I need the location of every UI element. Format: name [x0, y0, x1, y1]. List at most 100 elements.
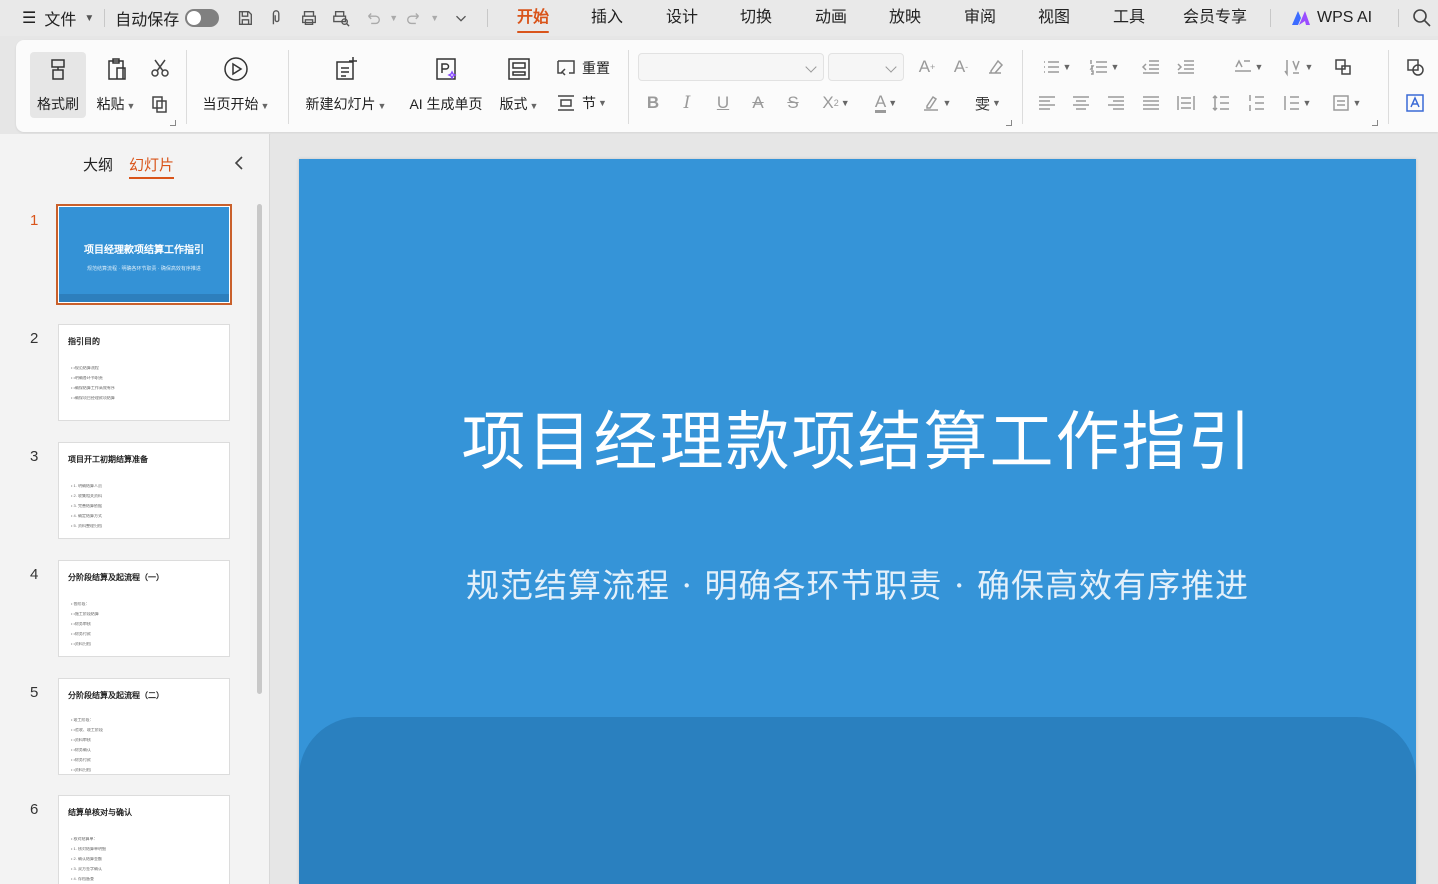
text-align-vertical-icon[interactable]: ▼ — [1328, 90, 1364, 116]
slide-number: 6 — [30, 801, 39, 818]
thumbnail-title: 分阶段结算及起流程（一） — [68, 573, 164, 582]
reset-button[interactable]: 重置 — [556, 56, 610, 80]
bold-icon[interactable]: B — [640, 90, 666, 116]
current-slide[interactable]: 项目经理款项结算工作指引 规范结算流程 · 明确各环节职责 · 确保高效有序推进 — [299, 159, 1416, 884]
tab-membership[interactable]: 会员专享 — [1183, 0, 1247, 36]
underline-icon[interactable]: U — [710, 90, 736, 116]
print-preview-icon[interactable] — [329, 6, 353, 30]
thumbnail-line: • 2. 确认结算金额 — [71, 857, 102, 861]
phonetic-guide-icon[interactable]: 雯 ▼ — [968, 90, 1008, 116]
layout-button[interactable]: 版式 ▼ — [496, 52, 542, 118]
section-button[interactable]: 节 ▼ — [556, 91, 607, 115]
tab-transition[interactable]: 切换 — [740, 0, 772, 36]
chevron-down-icon[interactable]: ▼ — [389, 13, 398, 23]
superscript-icon[interactable]: X 2 ▼ — [816, 90, 856, 116]
thumbnail-frame[interactable]: 分阶段结算及起流程（二） • 竣工阶段： • •验收、竣工阶段 • •资料审核 … — [58, 678, 230, 775]
italic-icon[interactable]: I — [674, 90, 700, 116]
paste-button[interactable]: 粘贴 ▼ — [92, 52, 140, 118]
collapse-panel-icon[interactable] — [232, 154, 246, 172]
tab-slideshow[interactable]: 放映 — [889, 0, 921, 36]
slide-thumbnail[interactable]: 2 指引目的 • •规范结算流程 • •明确各环节职责 • •确保结算工作高效有… — [0, 324, 256, 422]
increase-font-size-icon[interactable]: A + — [914, 54, 940, 80]
search-icon[interactable] — [1412, 8, 1432, 33]
highlight-icon[interactable]: ▼ — [916, 90, 956, 116]
justify-icon[interactable] — [1138, 90, 1164, 116]
undo-icon[interactable] — [361, 6, 385, 30]
slide-thumbnail[interactable]: 4 分阶段结算及起流程（一） • 各阶段： • •施工阶段结算 • •财务审核 … — [0, 560, 256, 658]
file-menu[interactable]: ☰ 文件 ▼ — [22, 0, 94, 36]
thumbnail-frame[interactable]: 项目开工初期结算准备 • 1. 明确结算人员 • 2. 收集相关资料 • 3. … — [58, 442, 230, 539]
dialog-launcher-icon[interactable] — [170, 120, 176, 126]
paragraph-spacing-icon[interactable] — [1243, 90, 1269, 116]
thumbnail-frame[interactable]: 结算单核对与确认 • 核对结算单： • 1. 核对结算单明细 • 2. 确认结算… — [58, 795, 230, 884]
reset-label: 重置 — [582, 60, 610, 76]
print-icon[interactable] — [297, 6, 321, 30]
save-icon[interactable] — [233, 6, 257, 30]
tab-review[interactable]: 审阅 — [964, 0, 996, 36]
slide-thumbnail[interactable]: 3 项目开工初期结算准备 • 1. 明确结算人员 • 2. 收集相关资料 • 3… — [0, 442, 256, 540]
slide-thumbnail[interactable]: 5 分阶段结算及起流程（二） • 竣工阶段： • •验收、竣工阶段 • •资料审… — [0, 678, 256, 776]
text-direction-icon[interactable]: ▼ — [1230, 54, 1266, 80]
autosave-label: 自动保存 — [115, 12, 180, 29]
thumbnail-line: • 核对结算单： — [71, 837, 98, 841]
new-slide-button[interactable]: 新建幻灯片 ▼ — [300, 52, 392, 118]
toggle-switch-icon[interactable] — [185, 9, 220, 27]
ribbon-toolbar: 格式刷 粘贴 ▼ 当页开始 ▼ 新建幻灯片 ▼ AI 生成单页 版式 ▼ 重置 节 ▼ … — [16, 40, 1438, 132]
thumbnail-frame[interactable]: 项目经理款项结算工作指引 规范结算流程 · 明确各环节职责 · 确保高效有序推进 — [56, 204, 232, 305]
format-painter-button[interactable]: 格式刷 — [30, 52, 86, 118]
tab-design[interactable]: 设计 — [666, 0, 698, 36]
slide-thumbnail[interactable]: 6 结算单核对与确认 • 核对结算单： • 1. 核对结算单明细 • 2. 确认… — [0, 795, 256, 884]
tab-insert[interactable]: 插入 — [591, 0, 623, 36]
ai-single-page-button[interactable]: AI 生成单页 — [404, 52, 488, 118]
sort-icon[interactable]: ▼ — [1280, 54, 1316, 80]
slide-title[interactable]: 项目经理款项结算工作指引 — [299, 391, 1416, 483]
panel-scrollbar[interactable] — [257, 204, 262, 694]
chevron-down-icon[interactable]: ▼ — [430, 13, 439, 23]
decrease-indent-icon[interactable] — [1138, 54, 1164, 80]
bullet-list-icon[interactable]: ▼ — [1038, 54, 1074, 80]
chevron-down-icon — [805, 61, 817, 73]
strikethrough-icon[interactable]: A — [745, 90, 771, 116]
convert-smartart-icon[interactable] — [1330, 54, 1356, 80]
tab-slides[interactable]: 幻灯片 — [129, 154, 175, 179]
dialog-launcher-icon[interactable] — [1006, 120, 1012, 126]
tab-home[interactable]: 开始 — [517, 0, 550, 36]
spacing-options-icon[interactable]: ▼ — [1278, 90, 1314, 116]
line-spacing-icon[interactable] — [1208, 90, 1234, 116]
decrease-font-size-icon[interactable]: A- — [948, 54, 974, 80]
wps-ai-button[interactable]: WPS AI — [1291, 0, 1372, 36]
tab-outline[interactable]: 大纲 — [83, 154, 113, 175]
more-chevron-icon[interactable] — [449, 6, 473, 30]
double-strikethrough-icon[interactable]: S — [780, 90, 806, 116]
autosave-toggle[interactable]: 自动保存 — [115, 0, 220, 36]
increase-indent-icon[interactable] — [1173, 54, 1199, 80]
align-right-icon[interactable] — [1103, 90, 1129, 116]
play-from-current-button[interactable]: 当页开始 ▼ — [198, 52, 274, 118]
font-name-select[interactable] — [638, 53, 824, 81]
copy-button[interactable] — [150, 92, 170, 116]
tab-tools[interactable]: 工具 — [1113, 0, 1145, 36]
dialog-launcher-icon[interactable] — [1372, 120, 1378, 126]
slide-thumbnail[interactable]: 1 项目经理款项结算工作指引 规范结算流程 · 明确各环节职责 · 确保高效有序… — [0, 204, 256, 305]
thumbnail-frame[interactable]: 分阶段结算及起流程（一） • 各阶段： • •施工阶段结算 • •财务审核 • … — [58, 560, 230, 657]
slide-number: 2 — [30, 330, 39, 347]
slide-subtitle[interactable]: 规范结算流程 · 明确各环节职责 · 确保高效有序推进 — [299, 559, 1416, 607]
font-color-icon[interactable]: A ▼ — [866, 90, 906, 116]
align-left-icon[interactable] — [1034, 90, 1060, 116]
play-from-current-label: 当页开始 — [202, 96, 259, 112]
cut-button[interactable] — [150, 56, 170, 80]
export-pdf-icon[interactable] — [265, 6, 289, 30]
distribute-icon[interactable] — [1173, 90, 1199, 116]
font-size-select[interactable] — [828, 53, 904, 81]
clear-format-icon[interactable] — [982, 54, 1008, 80]
divider — [186, 50, 187, 124]
thumbnail-line: • •验收、竣工阶段 — [71, 728, 103, 732]
align-center-icon[interactable] — [1068, 90, 1094, 116]
tab-animation[interactable]: 动画 — [815, 0, 847, 36]
numbered-list-icon[interactable]: ▼ — [1086, 54, 1122, 80]
thumbnail-frame[interactable]: 指引目的 • •规范结算流程 • •明确各环节职责 • •确保结算工作高效有序 … — [58, 324, 230, 421]
redo-icon[interactable] — [402, 6, 426, 30]
text-box-icon[interactable] — [1402, 90, 1428, 116]
tab-view[interactable]: 视图 — [1038, 0, 1070, 36]
shape-icon[interactable] — [1402, 54, 1428, 80]
